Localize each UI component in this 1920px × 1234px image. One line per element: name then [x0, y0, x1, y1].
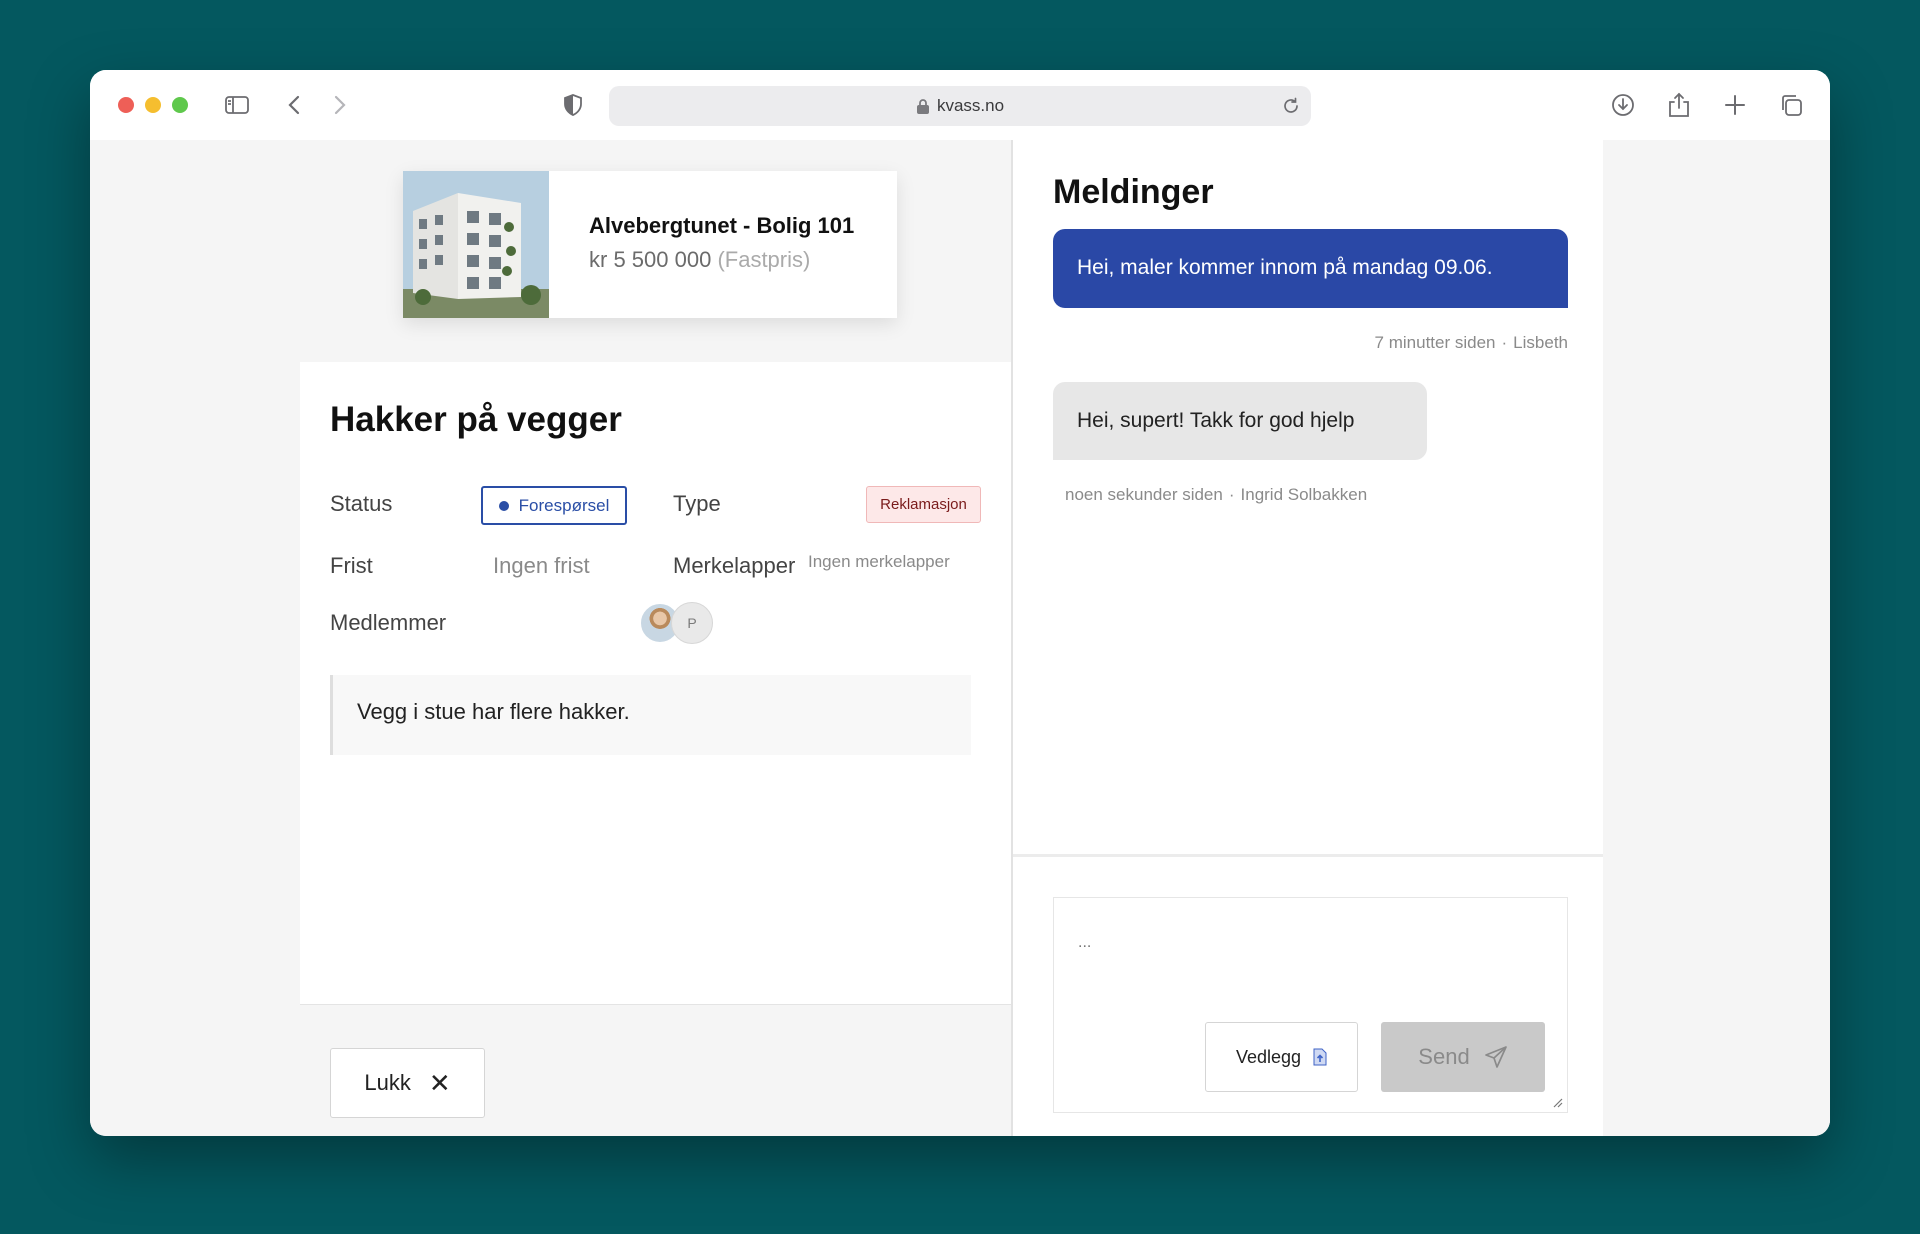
share-icon[interactable] — [1664, 90, 1694, 120]
message-time: 7 minutter siden — [1374, 333, 1496, 352]
status-dot-icon — [498, 500, 509, 511]
tab-overview-icon[interactable] — [1776, 90, 1806, 120]
lock-icon — [916, 99, 929, 114]
url-text: kvass.no — [936, 96, 1005, 115]
message-bubble-outgoing: Hei, maler kommer innom på mandag 09.06. — [1053, 229, 1568, 308]
close-window-button[interactable] — [118, 97, 134, 113]
tags-value[interactable]: Ingen merkelapper — [808, 552, 950, 572]
page-margin-right — [1603, 140, 1830, 1136]
message-list: Meldinger Hei, maler kommer innom på man… — [1013, 140, 1603, 854]
price-note: (Fastpris) — [717, 247, 811, 272]
message-author: Lisbeth — [1513, 333, 1568, 352]
forward-icon[interactable] — [324, 90, 354, 120]
compose-box: Vedlegg Send — [1053, 897, 1568, 1113]
resize-handle-icon[interactable] — [1551, 1096, 1563, 1108]
close-case-button[interactable]: Lukk ✕ — [330, 1048, 485, 1118]
minimize-window-button[interactable] — [145, 97, 161, 113]
message-time: noen sekunder siden — [1065, 485, 1223, 504]
zoom-window-button[interactable] — [172, 97, 188, 113]
property-title: Alvebergtunet - Bolig 101 — [589, 213, 855, 238]
attach-button[interactable]: Vedlegg — [1205, 1022, 1358, 1092]
close-case-label: Lukk — [364, 1070, 411, 1095]
status-value: Forespørsel — [518, 495, 610, 515]
browser-toolbar: kvass.no — [90, 70, 1830, 140]
meta-separator: · — [1228, 485, 1235, 504]
messages-panel: Meldinger Hei, maler kommer innom på man… — [1013, 140, 1603, 1136]
send-label: Send — [1418, 1044, 1470, 1069]
case-panel: Alvebergtunet - Bolig 101 kr 5 500 000 (… — [300, 140, 1011, 1136]
members-label: Medlemmer — [330, 610, 447, 635]
address-bar[interactable]: kvass.no — [609, 86, 1311, 126]
meta-separator: · — [1501, 333, 1508, 352]
message-meta-outgoing: 7 minutter siden · Lisbeth — [1375, 333, 1568, 353]
message-meta-incoming: noen sekunder siden · Ingrid Solbakken — [1065, 485, 1367, 505]
send-button[interactable]: Send — [1381, 1022, 1545, 1092]
price-amount: kr 5 500 000 — [589, 247, 712, 272]
message-input[interactable] — [1078, 928, 1538, 958]
property-card[interactable]: Alvebergtunet - Bolig 101 kr 5 500 000 (… — [403, 171, 897, 318]
deadline-value[interactable]: Ingen frist — [493, 553, 590, 579]
page-content: Alvebergtunet - Bolig 101 kr 5 500 000 (… — [90, 140, 1830, 1136]
message-bubble-incoming: Hei, supert! Takk for god hjelp — [1053, 382, 1427, 460]
property-header: Alvebergtunet - Bolig 101 kr 5 500 000 (… — [300, 140, 1011, 362]
back-icon[interactable] — [280, 90, 310, 120]
new-tab-icon[interactable] — [1720, 90, 1750, 120]
privacy-shield-icon[interactable] — [558, 90, 588, 120]
status-label: Status — [330, 491, 393, 516]
attach-label: Vedlegg — [1235, 1046, 1302, 1067]
tags-label: Merkelapper — [673, 553, 796, 578]
case-title: Hakker på vegger — [330, 400, 622, 439]
property-price: kr 5 500 000 (Fastpris) — [589, 247, 854, 273]
file-upload-icon — [1313, 1048, 1327, 1066]
status-badge[interactable]: Forespørsel — [481, 486, 627, 525]
type-label: Type — [673, 491, 721, 516]
property-image — [403, 171, 549, 318]
reload-icon[interactable] — [1281, 96, 1301, 116]
downloads-icon[interactable] — [1608, 90, 1638, 120]
paper-plane-icon — [1484, 1046, 1507, 1068]
deadline-label: Frist — [330, 553, 373, 578]
close-icon: ✕ — [428, 1068, 451, 1098]
sidebar-toggle-icon[interactable] — [222, 90, 252, 120]
case-footer: Lukk ✕ — [300, 1004, 1011, 1136]
case-details: Hakker på vegger Status Forespørsel Type… — [300, 362, 1011, 1004]
message-author: Ingrid Solbakken — [1240, 485, 1368, 504]
case-description: Vegg i stue har flere hakker. — [330, 675, 971, 755]
member-avatar-initial[interactable]: P — [671, 602, 713, 644]
type-badge[interactable]: Reklamasjon — [866, 486, 981, 523]
browser-window: kvass.no Alvebergtunet - Bolig 101 kr 5 … — [90, 70, 1830, 1136]
compose-area: Vedlegg Send — [1013, 854, 1603, 1136]
messages-title: Meldinger — [1053, 173, 1214, 211]
